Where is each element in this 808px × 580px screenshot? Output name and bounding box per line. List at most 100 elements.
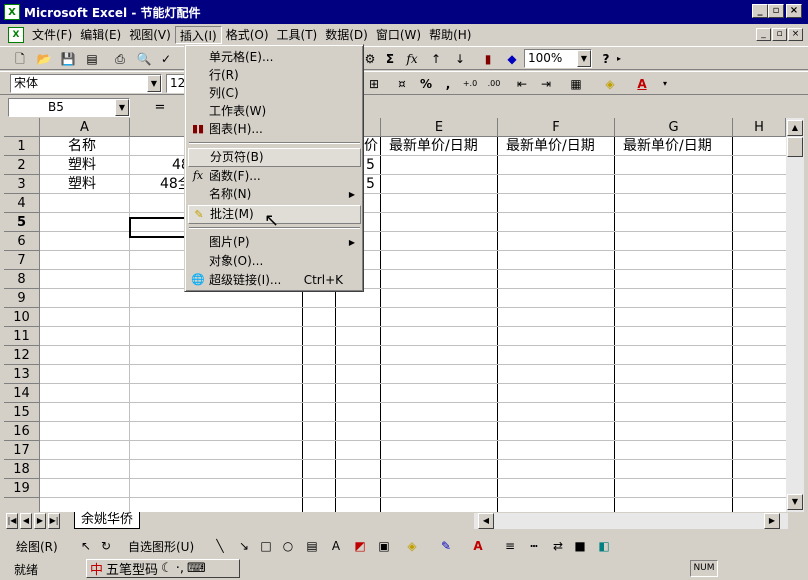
doc-restore-button[interactable]: ▫ bbox=[772, 28, 787, 41]
row-header[interactable]: 17 bbox=[4, 441, 40, 460]
sheet-tab[interactable]: 余姚华侨 bbox=[74, 512, 141, 529]
menu-tools[interactable]: 工具(T) bbox=[273, 26, 322, 44]
cell-g1[interactable]: 最新单价/日期 bbox=[623, 137, 712, 156]
row-header[interactable]: 3 bbox=[4, 175, 40, 194]
scroll-right-icon[interactable]: ▶ bbox=[764, 513, 780, 529]
scroll-down-icon[interactable]: ▼ bbox=[787, 494, 803, 510]
save-icon[interactable]: 💾 bbox=[58, 50, 78, 68]
menu-item-cells[interactable]: 单元格(E)... bbox=[188, 48, 361, 67]
autoshapes-menu[interactable]: 自选图形(U) bbox=[128, 538, 194, 555]
arrow-icon[interactable]: ↘ bbox=[234, 537, 254, 555]
close-button[interactable]: × bbox=[786, 4, 802, 18]
fill-color-icon[interactable]: ◈ bbox=[402, 537, 422, 555]
row-header[interactable]: 6 bbox=[4, 232, 40, 251]
restore-button[interactable]: ▫ bbox=[768, 4, 784, 18]
textbox-icon[interactable]: ▤ bbox=[302, 537, 322, 555]
increase-decimal-icon[interactable]: +.0 bbox=[460, 75, 480, 93]
prev-sheet-icon[interactable]: ◀ bbox=[20, 513, 32, 529]
font-size-select[interactable]: 12 bbox=[166, 74, 186, 93]
menu-item-worksheet[interactable]: 工作表(W) bbox=[188, 102, 361, 121]
sort-descending-icon[interactable]: ↓ bbox=[450, 50, 470, 68]
oval-icon[interactable]: ○ bbox=[278, 537, 298, 555]
shadow-icon[interactable]: ■ bbox=[570, 537, 590, 555]
ime-name[interactable]: 五笔型码 bbox=[106, 559, 158, 578]
row-header[interactable]: 18 bbox=[4, 460, 40, 479]
scroll-left-icon[interactable]: ◀ bbox=[478, 513, 494, 529]
next-sheet-icon[interactable]: ▶ bbox=[34, 513, 46, 529]
cell-f1[interactable]: 最新单价/日期 bbox=[506, 137, 595, 156]
chevron-down-icon[interactable]: ▼ bbox=[147, 75, 161, 92]
fill-color-icon[interactable]: ◈ bbox=[600, 75, 620, 93]
help-icon[interactable]: ? bbox=[596, 50, 616, 68]
col-header-g[interactable]: G bbox=[615, 118, 733, 137]
3d-icon[interactable]: ◧ bbox=[594, 537, 614, 555]
row-header[interactable]: 9 bbox=[4, 289, 40, 308]
menu-file[interactable]: 文件(F) bbox=[28, 26, 76, 44]
menu-item-chart[interactable]: ▮▮ 图表(H)... bbox=[188, 120, 361, 139]
menu-item-name[interactable]: 名称(N) ▶ bbox=[188, 185, 361, 204]
excel-icon[interactable]: X bbox=[4, 4, 20, 20]
decrease-decimal-icon[interactable]: .00 bbox=[484, 75, 504, 93]
keyboard-icon[interactable]: ⌨ bbox=[184, 561, 206, 576]
menu-data[interactable]: 数据(D) bbox=[321, 26, 372, 44]
row-header[interactable]: 10 bbox=[4, 308, 40, 327]
select-all[interactable] bbox=[4, 118, 40, 137]
print-icon[interactable]: ⎙ bbox=[110, 50, 130, 68]
row-header[interactable]: 19 bbox=[4, 479, 40, 498]
cell-a1[interactable]: 名称 bbox=[68, 137, 96, 156]
menu-item-picture[interactable]: 图片(P) ▶ bbox=[188, 233, 361, 252]
row-header[interactable]: 16 bbox=[4, 422, 40, 441]
sum-icon[interactable]: Σ bbox=[380, 50, 400, 68]
row-header[interactable]: 13 bbox=[4, 365, 40, 384]
merge-center-icon[interactable]: ⊞ bbox=[364, 75, 384, 93]
col-header-f[interactable]: F bbox=[498, 118, 615, 137]
doc-close-button[interactable]: × bbox=[788, 28, 803, 41]
last-sheet-icon[interactable]: ▶| bbox=[48, 513, 60, 529]
print-preview-icon[interactable]: 🔍 bbox=[134, 50, 154, 68]
open-icon[interactable]: 📂 bbox=[34, 50, 54, 68]
cell-d1[interactable]: 价 bbox=[364, 137, 378, 156]
row-header[interactable]: 11 bbox=[4, 327, 40, 346]
comma-icon[interactable]: , bbox=[438, 75, 458, 93]
borders-icon[interactable]: ▦ bbox=[566, 75, 586, 93]
font-color-icon[interactable]: A bbox=[468, 537, 488, 555]
decrease-indent-icon[interactable]: ⇤ bbox=[512, 75, 532, 93]
save-doc-icon[interactable]: ▤ bbox=[82, 50, 102, 68]
increase-indent-icon[interactable]: ⇥ bbox=[536, 75, 556, 93]
chevron-down-icon[interactable]: ▼ bbox=[577, 50, 591, 67]
cell-d2[interactable]: 5 bbox=[366, 156, 375, 175]
row-header[interactable] bbox=[4, 498, 40, 512]
cell-d3[interactable]: 5 bbox=[366, 175, 375, 194]
draw-menu[interactable]: 绘图(R) bbox=[16, 538, 58, 555]
menu-item-hyperlink[interactable]: 🌐 超级链接(I)... Ctrl+K bbox=[188, 271, 361, 290]
chart-wizard-icon[interactable]: ▮ bbox=[478, 50, 498, 68]
spelling-icon[interactable]: ✓ bbox=[156, 50, 176, 68]
menu-item-object[interactable]: 对象(O)... bbox=[188, 252, 361, 271]
dash-style-icon[interactable]: ┅ bbox=[524, 537, 544, 555]
col-header-a[interactable]: A bbox=[40, 118, 130, 137]
moon-icon[interactable]: ☾ bbox=[158, 561, 176, 576]
name-box[interactable]: B5 ▼ bbox=[8, 98, 130, 117]
menu-edit[interactable]: 编辑(E) bbox=[76, 26, 125, 44]
cell-a2[interactable]: 塑料 bbox=[68, 156, 96, 175]
scroll-thumb[interactable] bbox=[787, 137, 803, 157]
line-icon[interactable]: ╲ bbox=[210, 537, 230, 555]
chevron-down-icon[interactable]: ▼ bbox=[115, 99, 129, 116]
ime-toolbar[interactable]: 中 五笔型码 ☾ ·, ⌨ bbox=[86, 559, 240, 578]
free-rotate-icon[interactable]: ↻ bbox=[96, 537, 116, 555]
arrow-style-icon[interactable]: ⇄ bbox=[548, 537, 568, 555]
function-icon[interactable]: fx bbox=[402, 50, 422, 68]
line-style-icon[interactable]: ≡ bbox=[500, 537, 520, 555]
font-color-icon[interactable]: A bbox=[632, 75, 652, 93]
sort-ascending-icon[interactable]: ↑ bbox=[426, 50, 446, 68]
vertical-scrollbar[interactable]: ▲ ▼ bbox=[786, 118, 804, 512]
menu-window[interactable]: 窗口(W) bbox=[372, 26, 425, 44]
worksheet-grid[interactable]: A B C D E F G H 1 2 3 4 5 6 7 8 9 10 11 … bbox=[4, 118, 786, 512]
horizontal-scrollbar[interactable]: ◀ ▶ bbox=[474, 513, 788, 529]
menu-item-rows[interactable]: 行(R) bbox=[188, 66, 361, 85]
row-header[interactable]: 8 bbox=[4, 270, 40, 289]
menu-item-columns[interactable]: 列(C) bbox=[188, 84, 361, 103]
map-icon[interactable]: ◆ bbox=[502, 50, 522, 68]
row-header[interactable]: 4 bbox=[4, 194, 40, 213]
row-header[interactable]: 15 bbox=[4, 403, 40, 422]
